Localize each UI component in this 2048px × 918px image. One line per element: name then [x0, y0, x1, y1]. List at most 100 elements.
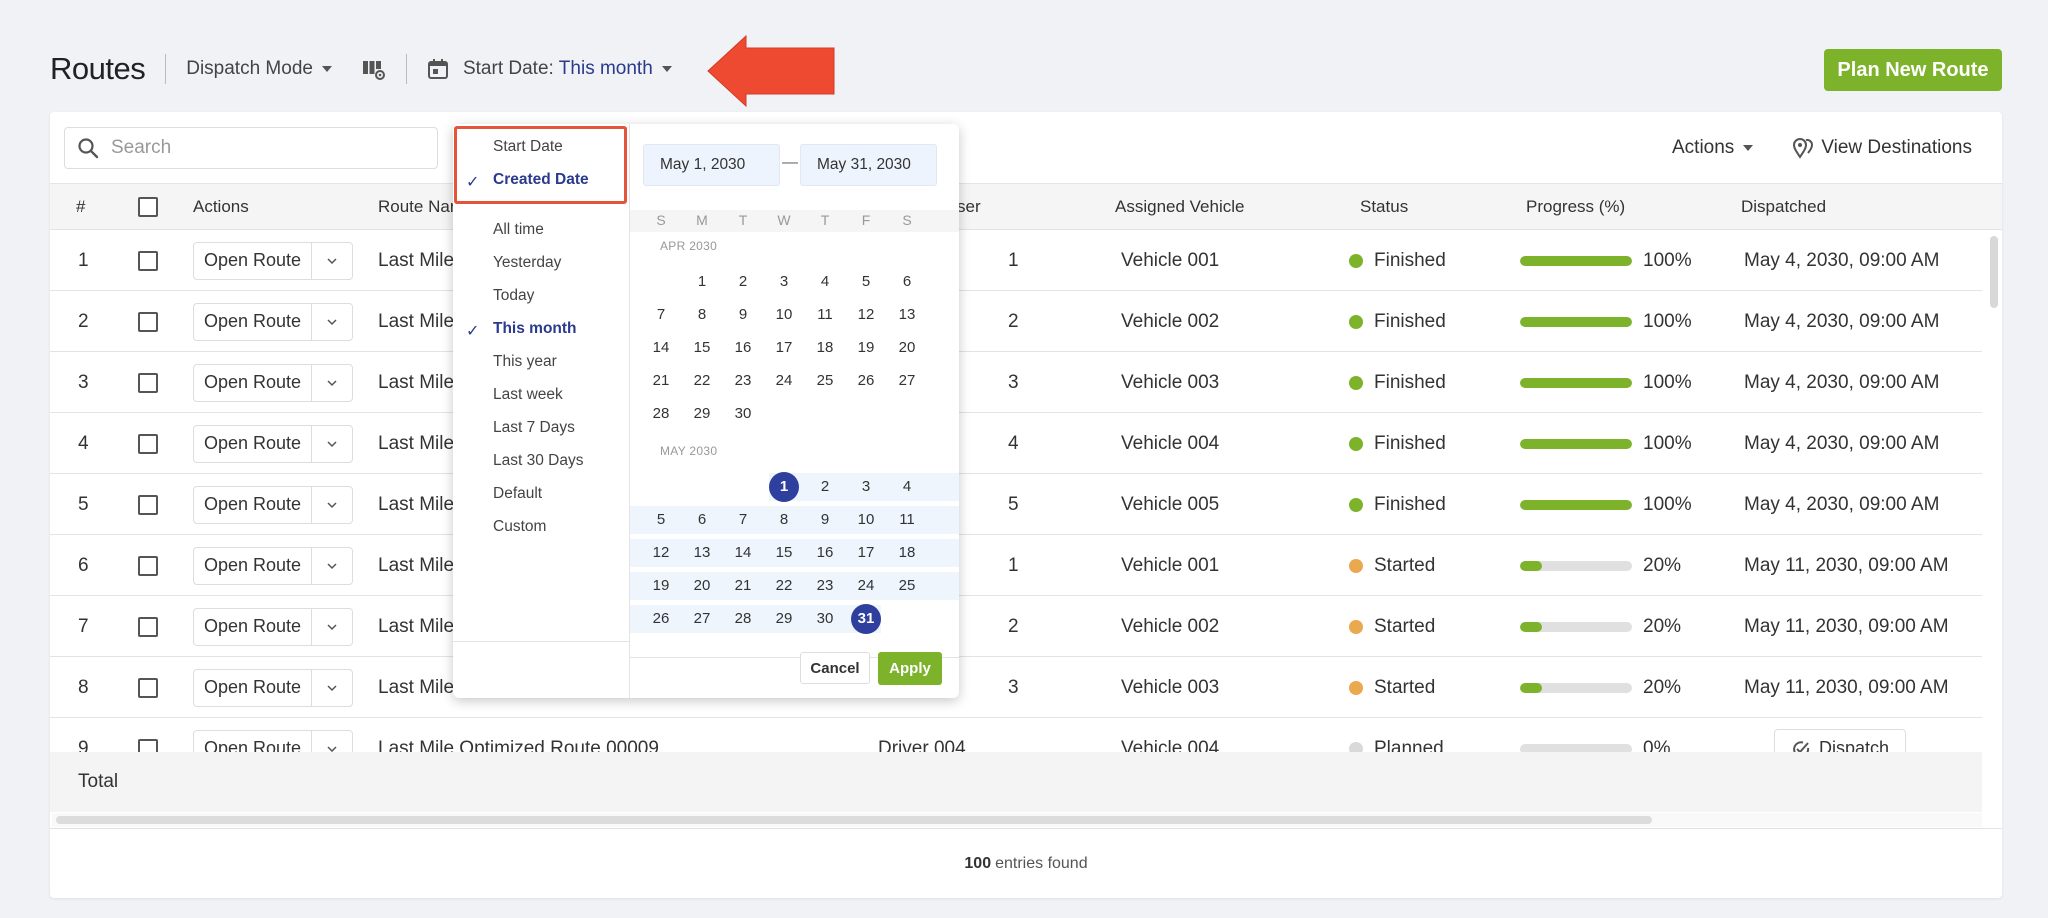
search-input[interactable]: [111, 136, 411, 159]
calendar-day[interactable]: 12: [851, 300, 881, 330]
column-header-status[interactable]: Status: [1360, 184, 1408, 230]
route-name[interactable]: Last Mile: [378, 657, 454, 718]
open-route-button[interactable]: Open Route: [194, 608, 313, 645]
date-type-option[interactable]: ✓ Created Date: [466, 171, 589, 191]
table-row[interactable]: 1 Open Route Last Mile 1 Vehicle 001 Finished…: [50, 230, 1982, 291]
horizontal-scrollbar-thumb[interactable]: [56, 816, 1652, 824]
dispatch-button[interactable]: Dispatch: [1774, 728, 1907, 752]
calendar-day[interactable]: 4: [810, 267, 840, 297]
calendar-day[interactable]: 21: [646, 366, 676, 396]
calendar-day[interactable]: 22: [769, 571, 799, 601]
calendar-day[interactable]: 14: [728, 538, 758, 568]
calendar-day[interactable]: 30: [810, 604, 840, 634]
calendar-day[interactable]: 19: [851, 333, 881, 363]
route-name[interactable]: Last Mile: [378, 291, 454, 352]
calendar-day[interactable]: 9: [728, 300, 758, 330]
open-route-button[interactable]: Open Route: [194, 730, 313, 752]
calendar-day[interactable]: 28: [646, 399, 676, 429]
route-name[interactable]: Last Mile: [378, 413, 454, 474]
select-all-checkbox[interactable]: [138, 197, 158, 217]
column-header-dispatched[interactable]: Dispatched: [1741, 184, 1826, 230]
calendar-day[interactable]: 8: [769, 505, 799, 535]
chevron-down-icon[interactable]: [312, 304, 352, 340]
search-box[interactable]: [64, 126, 438, 169]
open-route-button[interactable]: Open Route: [194, 364, 313, 401]
calendar-day[interactable]: 15: [769, 538, 799, 568]
row-checkbox[interactable]: [138, 616, 158, 637]
calendar-day[interactable]: 19: [646, 571, 676, 601]
table-row[interactable]: 9 Open Route Last Mile Optimized Route 000…: [50, 718, 1982, 752]
calendar-day[interactable]: 12: [646, 538, 676, 568]
date-filter-dropdown[interactable]: Start Date: This month: [427, 58, 672, 80]
calendar-day[interactable]: 2: [810, 472, 840, 502]
date-preset-option[interactable]: Last 7 Days: [493, 419, 575, 437]
calendar-day[interactable]: 5: [851, 267, 881, 297]
calendar-day[interactable]: 2: [728, 267, 758, 297]
row-checkbox[interactable]: [138, 372, 158, 393]
calendar-day[interactable]: 7: [646, 300, 676, 330]
calendar-day[interactable]: 22: [687, 366, 717, 396]
calendar-day[interactable]: 23: [810, 571, 840, 601]
selected-day[interactable]: 31: [851, 604, 881, 634]
open-route-button[interactable]: Open Route: [194, 486, 313, 523]
calendar-day[interactable]: 26: [851, 366, 881, 396]
calendar-day[interactable]: 16: [728, 333, 758, 363]
date-preset-option[interactable]: Custom: [493, 518, 546, 536]
view-destinations-button[interactable]: View Destinations: [1791, 136, 1972, 160]
calendar-day[interactable]: 30: [728, 399, 758, 429]
calendar-day[interactable]: 13: [687, 538, 717, 568]
calendar-day[interactable]: 18: [810, 333, 840, 363]
row-checkbox[interactable]: [138, 677, 158, 698]
range-end-input[interactable]: May 31, 2030: [800, 144, 937, 186]
calendar-day[interactable]: 7: [728, 505, 758, 535]
chevron-down-icon[interactable]: [312, 426, 352, 462]
calendar-day[interactable]: 15: [687, 333, 717, 363]
chevron-down-icon[interactable]: [312, 609, 352, 645]
open-route-button[interactable]: Open Route: [194, 242, 313, 279]
calendar-day[interactable]: 11: [810, 300, 840, 330]
calendar-day[interactable]: 24: [769, 366, 799, 396]
column-header-assigned-user[interactable]: ser: [957, 184, 981, 230]
apply-button[interactable]: Apply: [878, 652, 942, 685]
calendar-day[interactable]: 27: [892, 366, 922, 396]
calendar-day[interactable]: 1: [687, 267, 717, 297]
route-name[interactable]: Last Mile: [378, 535, 454, 596]
calendar-day[interactable]: 28: [728, 604, 758, 634]
calendar-day[interactable]: 9: [810, 505, 840, 535]
route-name[interactable]: Last Mile: [378, 230, 454, 291]
column-header-progress[interactable]: Progress (%): [1526, 184, 1625, 230]
dispatch-mode-dropdown[interactable]: Dispatch Mode: [186, 58, 332, 80]
calendar-day[interactable]: 25: [810, 366, 840, 396]
row-checkbox[interactable]: [138, 555, 158, 576]
row-checkbox[interactable]: [138, 311, 158, 332]
date-preset-option[interactable]: This year: [493, 353, 557, 371]
route-name[interactable]: Last Mile: [378, 352, 454, 413]
open-route-button[interactable]: Open Route: [194, 303, 313, 340]
route-name[interactable]: Last Mile: [378, 474, 454, 535]
open-route-button[interactable]: Open Route: [194, 425, 313, 462]
table-row[interactable]: 3 Open Route Last Mile 3 Vehicle 003 Finished…: [50, 352, 1982, 413]
route-name[interactable]: Last Mile Optimized Route 00009: [378, 718, 659, 753]
calendar-day[interactable]: 4: [892, 472, 922, 502]
date-type-option[interactable]: Start Date: [493, 138, 563, 156]
row-checkbox[interactable]: [138, 494, 158, 515]
table-row[interactable]: 5 Open Route Last Mile 5 Vehicle 005 Finished…: [50, 474, 1982, 535]
column-header-route-name[interactable]: Route Nar: [378, 184, 455, 230]
calendar-day[interactable]: 27: [687, 604, 717, 634]
open-route-button[interactable]: Open Route: [194, 547, 313, 584]
calendar-day[interactable]: 16: [810, 538, 840, 568]
chevron-down-icon[interactable]: [312, 365, 352, 401]
calendar-day[interactable]: 20: [687, 571, 717, 601]
calendar-day[interactable]: 18: [892, 538, 922, 568]
table-row[interactable]: 8 Open Route Last Mile 3 Vehicle 003 Started 2…: [50, 657, 1982, 718]
calendar-day[interactable]: 6: [687, 505, 717, 535]
date-preset-option[interactable]: Last week: [493, 386, 563, 404]
range-start-input[interactable]: May 1, 2030: [643, 144, 780, 186]
chevron-down-icon[interactable]: [312, 670, 352, 706]
calendar-day[interactable]: 3: [769, 267, 799, 297]
calendar-day[interactable]: 13: [892, 300, 922, 330]
calendar-day[interactable]: 23: [728, 366, 758, 396]
plan-new-route-button[interactable]: Plan New Route: [1824, 49, 2002, 91]
calendar-day[interactable]: 21: [728, 571, 758, 601]
table-row[interactable]: 4 Open Route Last Mile 4 Vehicle 004 Finished…: [50, 413, 1982, 474]
